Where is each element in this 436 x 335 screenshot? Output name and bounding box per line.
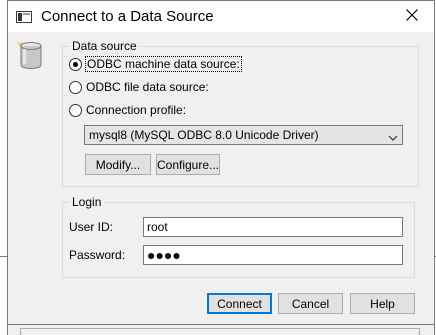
cancel-button[interactable]: Cancel [278,293,343,314]
dialog-title: Connect to a Data Source [41,8,214,25]
password-field[interactable]: ●●●● [143,245,403,265]
login-group: Login [62,195,415,278]
radio-odbc-file[interactable]: ODBC file data source: [69,80,209,94]
dialog-app-icon [16,10,32,23]
connect-dialog: Connect to a Data Source Data source ODB… [7,0,435,325]
title-bar[interactable]: Connect to a Data Source [8,1,434,32]
radio-button-checked[interactable] [69,57,82,71]
user-id-label: User ID: [69,220,114,234]
connection-profile-select[interactable]: mysql8 (MySQL ODBC 8.0 Unicode Driver) [84,125,403,145]
close-icon [406,8,418,26]
background-panel-edge [20,328,420,335]
radio-button[interactable] [69,80,82,94]
radio-odbc-machine[interactable]: ODBC machine data source: [69,56,242,72]
data-source-group-label: Data source [69,39,140,53]
background-window-edge [7,325,435,335]
password-label: Password: [69,248,126,262]
connect-button[interactable]: Connect [207,293,272,314]
modify-button[interactable]: Modify... [85,154,151,175]
help-button[interactable]: Help [350,293,415,314]
connection-profile-value: mysql8 (MySQL ODBC 8.0 Unicode Driver) [89,128,319,142]
radio-button[interactable] [69,103,82,117]
configure-button[interactable]: Configure... [156,154,220,175]
password-value: ●●●● [147,247,181,263]
chevron-down-icon [388,131,398,141]
close-button[interactable] [390,1,434,32]
database-icon [15,39,45,71]
login-group-label: Login [69,195,105,209]
radio-connection-profile-label: Connection profile: [86,103,187,117]
radio-odbc-file-label: ODBC file data source: [86,80,209,94]
radio-connection-profile[interactable]: Connection profile: [69,103,186,117]
radio-odbc-machine-label: ODBC machine data source: [85,56,242,72]
user-id-field[interactable]: root [143,217,403,237]
